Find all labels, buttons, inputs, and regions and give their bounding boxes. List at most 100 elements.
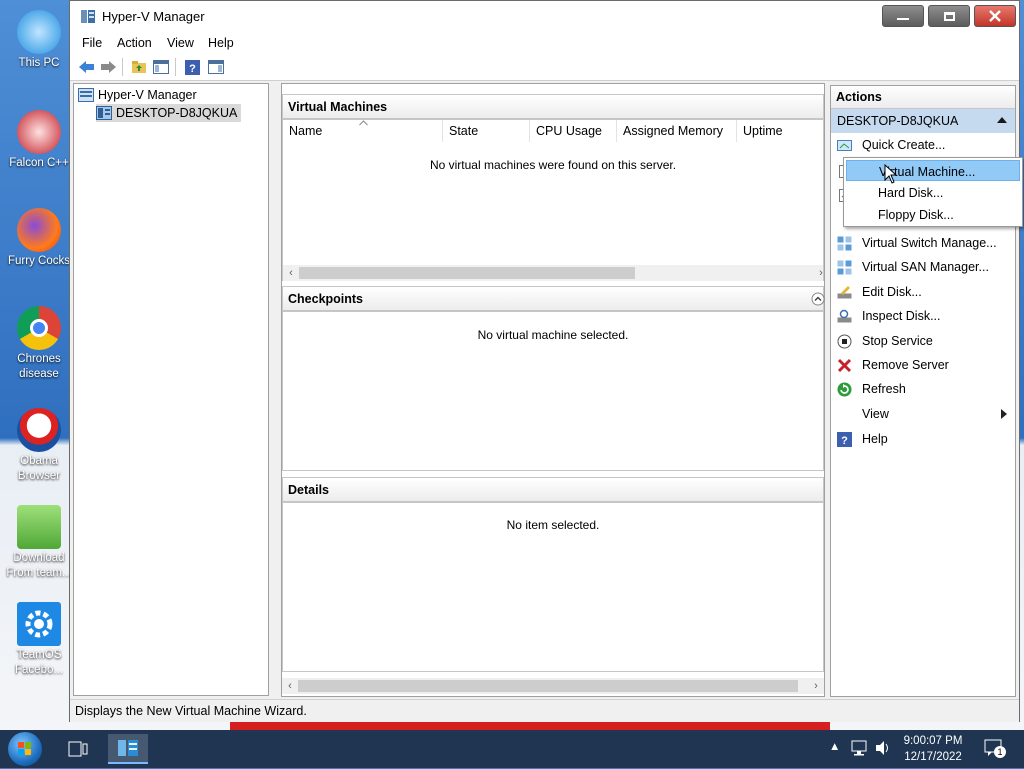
collapse-up-icon[interactable]	[997, 117, 1007, 123]
desktop-icon-download[interactable]: Download From team...	[4, 505, 74, 581]
details-panel: No item selected.	[282, 502, 824, 672]
desktop-icon-label: Falcon C++	[9, 157, 69, 169]
action-label: Refresh	[862, 382, 906, 396]
start-button[interactable]	[8, 732, 42, 766]
actions-host-group[interactable]: DESKTOP-D8JQKUA	[831, 109, 1015, 133]
action-stop-service[interactable]: Stop Service	[831, 330, 1015, 352]
network-icon[interactable]	[850, 739, 868, 757]
menu-item-floppy-disk[interactable]: Floppy Disk...	[846, 204, 1020, 225]
windows-logo-icon	[18, 742, 31, 755]
up-folder-button[interactable]	[129, 57, 149, 77]
svg-text:?: ?	[189, 63, 196, 75]
menu-item-label: Floppy Disk...	[878, 208, 954, 222]
stop-icon	[837, 334, 852, 349]
menu-help[interactable]: Help	[208, 36, 234, 50]
center-horizontal-scrollbar[interactable]: ‹ ›	[282, 678, 824, 694]
scroll-right-icon[interactable]: ›	[810, 680, 822, 692]
action-virtual-switch-manager[interactable]: Virtual Switch Manage...	[831, 232, 1015, 254]
status-text: Displays the New Virtual Machine Wizard.	[75, 704, 307, 718]
desktop-icon-obama[interactable]: Obama Browser	[4, 408, 74, 484]
volume-icon[interactable]	[874, 739, 892, 757]
quick-create-icon	[837, 140, 852, 151]
action-help[interactable]: ? Help	[831, 428, 1015, 450]
desktop-icons: This PC Falcon C++ Furry Cocks Chrones d…	[0, 0, 72, 730]
action-inspect-disk[interactable]: Inspect Disk...	[831, 305, 1015, 327]
action-view[interactable]: View	[831, 403, 1015, 425]
desktop-icon-this-pc[interactable]: This PC	[4, 10, 74, 71]
checkpoints-header: Checkpoints	[282, 286, 825, 311]
action-label: Inspect Disk...	[862, 309, 941, 323]
taskbar-hyperv-manager[interactable]	[108, 734, 148, 764]
submenu-arrow-icon	[1001, 409, 1007, 419]
column-divider[interactable]	[442, 120, 443, 142]
column-header-cpu-usage[interactable]: CPU Usage	[536, 124, 602, 138]
notification-badge: 1	[994, 746, 1006, 758]
console-tree-icon	[153, 60, 169, 74]
close-button[interactable]	[974, 5, 1016, 27]
column-header-uptime[interactable]: Uptime	[743, 124, 783, 138]
panel-title: Details	[288, 483, 329, 497]
tray-chevron-icon[interactable]: ▲	[829, 741, 840, 753]
scroll-left-icon[interactable]: ‹	[285, 267, 297, 279]
menu-view[interactable]: View	[167, 36, 194, 50]
maximize-button[interactable]	[928, 5, 970, 27]
desktop-icon-label: Chrones disease	[17, 353, 61, 380]
menu-item-virtual-machine[interactable]: Virtual Machine...	[846, 160, 1020, 181]
desktop-icon-teamos[interactable]: TeamOS Facebo...	[4, 602, 74, 678]
scrollbar-thumb[interactable]	[299, 267, 635, 279]
help-icon: ?	[837, 432, 852, 447]
clock[interactable]: 9:00:07 PM 12/17/2022	[898, 733, 968, 765]
back-button[interactable]	[76, 57, 96, 77]
desktop-icon-chrome[interactable]: Chrones disease	[4, 306, 74, 382]
vm-horizontal-scrollbar[interactable]: ‹ ›	[283, 265, 823, 281]
help-icon: ?	[184, 59, 200, 75]
action-pane-icon	[208, 60, 224, 74]
tree-item-host[interactable]: DESKTOP-D8JQKUA	[96, 104, 242, 122]
action-center-button[interactable]: 1	[984, 738, 1006, 758]
action-quick-create[interactable]: Quick Create...	[831, 134, 1015, 156]
minimize-button[interactable]	[882, 5, 924, 27]
action-virtual-san-manager[interactable]: Virtual SAN Manager...	[831, 256, 1015, 278]
column-divider[interactable]	[529, 120, 530, 142]
actions-host-label: DESKTOP-D8JQKUA	[837, 114, 959, 128]
action-edit-disk[interactable]: Edit Disk...	[831, 281, 1015, 303]
clock-date: 12/17/2022	[904, 751, 962, 763]
new-submenu: Virtual Machine... Hard Disk... Floppy D…	[843, 157, 1023, 227]
column-header-name[interactable]: Name	[289, 124, 322, 138]
notepad-icon	[17, 505, 61, 549]
tree-item-hyperv-manager[interactable]: Hyper-V Manager	[78, 86, 197, 104]
switch-icon	[837, 236, 852, 251]
action-refresh[interactable]: Refresh	[831, 378, 1015, 400]
falcon-icon	[17, 110, 61, 154]
minimize-icon	[897, 18, 909, 20]
action-remove-server[interactable]: Remove Server	[831, 354, 1015, 376]
menu-action[interactable]: Action	[117, 36, 152, 50]
show-hide-action-pane-button[interactable]	[206, 57, 226, 77]
desktop-icon-firefox[interactable]: Furry Cocks	[4, 208, 74, 269]
virtual-machines-panel: Name State CPU Usage Assigned Memory Upt…	[282, 119, 824, 281]
task-view-button[interactable]	[58, 734, 98, 764]
hyperv-manager-icon	[78, 88, 94, 102]
desktop-icon-falcon[interactable]: Falcon C++	[4, 110, 74, 171]
action-label: Quick Create...	[862, 138, 946, 152]
action-label: Virtual Switch Manage...	[862, 236, 997, 250]
actions-header: Actions	[831, 86, 1015, 109]
menu-item-hard-disk[interactable]: Hard Disk...	[846, 182, 1020, 203]
column-header-assigned-memory[interactable]: Assigned Memory	[623, 124, 723, 138]
column-divider[interactable]	[616, 120, 617, 142]
show-hide-tree-button[interactable]	[151, 57, 171, 77]
menu-file[interactable]: File	[82, 36, 102, 50]
help-button[interactable]: ?	[182, 57, 202, 77]
tree-item-label: Hyper-V Manager	[98, 88, 197, 102]
task-view-icon	[68, 741, 88, 757]
collapse-icon[interactable]	[811, 292, 825, 306]
scrollbar-thumb[interactable]	[298, 680, 798, 692]
actions-title: Actions	[836, 90, 882, 104]
scroll-left-icon[interactable]: ‹	[284, 680, 296, 692]
column-divider[interactable]	[736, 120, 737, 142]
title-bar[interactable]: Hyper-V Manager	[70, 1, 1019, 32]
action-label: Help	[862, 432, 888, 446]
forward-button[interactable]	[98, 57, 118, 77]
column-header-state[interactable]: State	[449, 124, 478, 138]
scroll-right-icon[interactable]: ›	[815, 267, 827, 279]
